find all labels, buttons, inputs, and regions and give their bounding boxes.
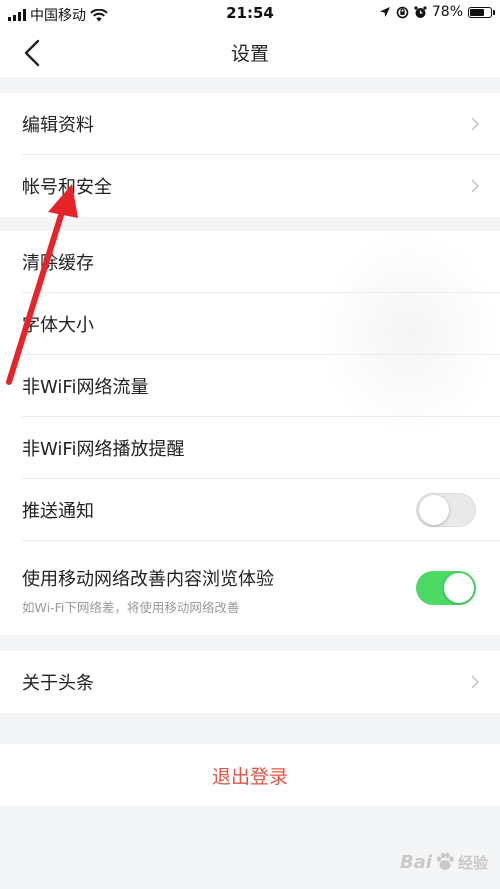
- row-account-security[interactable]: 帐号和安全: [0, 155, 500, 217]
- status-right: 78%: [379, 4, 495, 20]
- row-non-wifi-traffic[interactable]: 非WiFi网络流量: [0, 355, 500, 417]
- watermark-text: Bai: [399, 851, 432, 873]
- alarm-icon: [414, 5, 427, 18]
- row-label: 使用移动网络改善内容浏览体验: [22, 569, 274, 590]
- row-label: 非WiFi网络流量: [22, 377, 149, 398]
- battery-percent: 78%: [431, 4, 463, 20]
- row-label: 帐号和安全: [22, 177, 112, 198]
- account-group: 编辑资料 帐号和安全: [0, 93, 500, 217]
- watermark-text-cn: 经验: [457, 853, 488, 872]
- row-font-size[interactable]: 字体大小: [0, 293, 500, 355]
- row-sublabel: 如Wi-Fi下网络差，将使用移动网络改善: [22, 600, 240, 615]
- row-non-wifi-play-reminder[interactable]: 非WiFi网络播放提醒: [0, 417, 500, 479]
- row-clear-cache[interactable]: 清除缓存: [0, 231, 500, 293]
- row-push-notifications: 推送通知: [0, 479, 500, 541]
- row-label: 非WiFi网络播放提醒: [22, 439, 185, 460]
- row-label: 关于头条: [22, 673, 94, 694]
- row-label: 推送通知: [22, 501, 94, 522]
- row-about[interactable]: 关于头条: [0, 651, 500, 713]
- general-group: 清除缓存 字体大小 非WiFi网络流量 非WiFi网络播放提醒 推送通知 使用移…: [0, 231, 500, 635]
- row-label: 清除缓存: [22, 253, 94, 274]
- nav-bar: 设置: [0, 27, 500, 77]
- location-icon: [379, 7, 390, 17]
- row-label-wrap: 使用移动网络改善内容浏览体验 如Wi-Fi下网络差，将使用移动网络改善: [22, 565, 274, 616]
- chevron-right-icon: [471, 179, 480, 193]
- row-edit-profile[interactable]: 编辑资料: [0, 93, 500, 155]
- paw-logo-icon: [436, 852, 454, 870]
- chevron-right-icon: [471, 675, 480, 689]
- page-title: 设置: [230, 43, 269, 65]
- orientation-lock-icon: [396, 6, 409, 18]
- toggle-knob: [444, 573, 474, 603]
- push-notification-toggle[interactable]: [416, 493, 476, 527]
- mobile-network-improve-toggle[interactable]: [416, 571, 476, 605]
- battery-icon: [468, 6, 495, 18]
- logout-button[interactable]: 退出登录: [0, 744, 500, 806]
- status-bar: 中国移动 21:54 78%: [0, 0, 500, 27]
- row-label: 编辑资料: [22, 115, 94, 136]
- chevron-right-icon: [471, 117, 480, 131]
- row-label: 字体大小: [22, 315, 94, 336]
- toggle-knob: [419, 495, 449, 525]
- about-group: 关于头条: [0, 651, 500, 713]
- baidu-watermark: Bai 经验: [400, 851, 488, 873]
- row-mobile-network-improve: 使用移动网络改善内容浏览体验 如Wi-Fi下网络差，将使用移动网络改善: [0, 541, 500, 635]
